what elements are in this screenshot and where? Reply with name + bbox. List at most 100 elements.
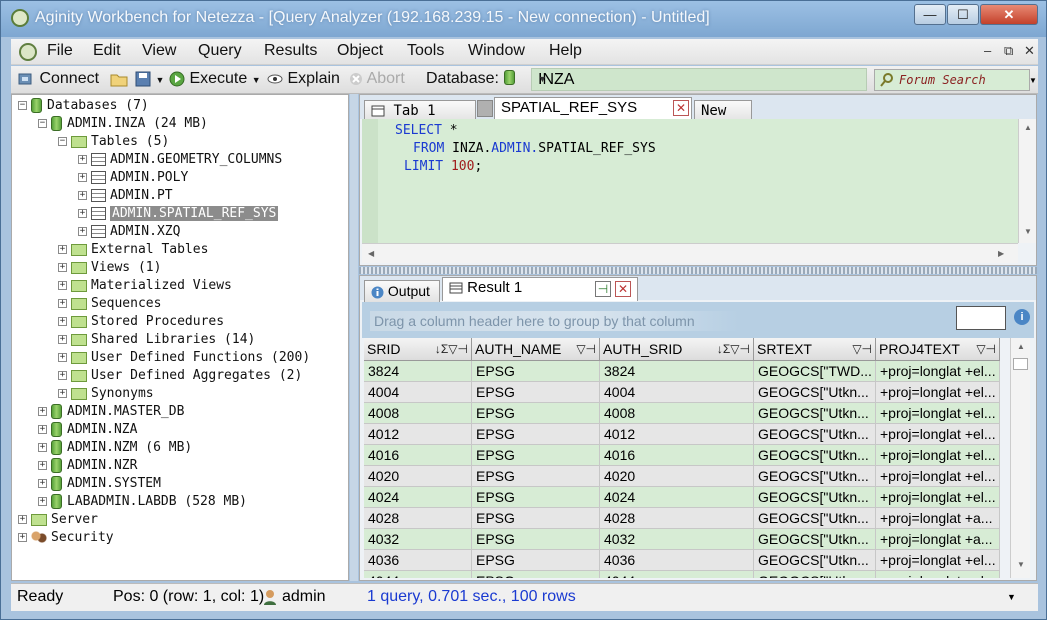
tree-materialized-views[interactable]: + Materialized Views bbox=[58, 277, 232, 295]
column-header-auth-srid[interactable]: AUTH_SRID ↓Σ▽⊣ bbox=[600, 338, 754, 361]
tree-server[interactable]: + Server bbox=[18, 511, 98, 529]
close-result-tab-icon[interactable]: ✕ bbox=[615, 281, 631, 297]
cell-auth-srid[interactable]: 4020 bbox=[600, 466, 754, 487]
menu-file[interactable]: File bbox=[47, 42, 73, 60]
cell-srtext[interactable]: GEOGCS["Utkn... bbox=[754, 382, 876, 403]
menu-object[interactable]: Object bbox=[337, 42, 383, 60]
dropdown-arrow-icon[interactable]: ▼ bbox=[538, 74, 863, 84]
title-bar[interactable]: Aginity Workbench for Netezza - [Query A… bbox=[1, 1, 1046, 37]
cell-srtext[interactable]: GEOGCS["Utkn... bbox=[754, 424, 876, 445]
open-button[interactable] bbox=[110, 70, 128, 88]
scroll-down-icon[interactable]: ▼ bbox=[1017, 560, 1025, 569]
database-select[interactable]: INZA ▼ bbox=[531, 68, 867, 91]
sort-sum-filter-icons[interactable]: ↓Σ▽⊣ bbox=[435, 338, 468, 360]
tree-admin-inza[interactable]: − ADMIN.INZA (24 MB) bbox=[38, 115, 208, 133]
cell-srid[interactable]: 4008 bbox=[364, 403, 472, 424]
tab-spatial-ref-sys[interactable]: SPATIAL_REF_SYS ✕ bbox=[494, 97, 692, 120]
table-row[interactable]: 4004 EPSG 4004 GEOGCS["Utkn... +proj=longlat… bbox=[364, 382, 1000, 403]
cell-auth-srid[interactable]: 4012 bbox=[600, 424, 754, 445]
minimize-button[interactable]: — bbox=[914, 4, 946, 25]
tree-external-tables[interactable]: + External Tables bbox=[58, 241, 208, 259]
filter-pin-icons[interactable]: ▽⊣ bbox=[976, 338, 996, 360]
tree-db-master[interactable]: + ADMIN.MASTER_DB bbox=[38, 403, 184, 421]
execute-button[interactable]: Execute ▼ bbox=[169, 70, 261, 88]
cell-proj4text[interactable]: +proj=longlat +el... bbox=[876, 571, 1000, 578]
cell-auth-srid[interactable]: 4036 bbox=[600, 550, 754, 571]
cell-srid[interactable]: 4044 bbox=[364, 571, 472, 578]
tree-stored-procedures[interactable]: + Stored Procedures bbox=[58, 313, 224, 331]
cell-auth-name[interactable]: EPSG bbox=[472, 424, 600, 445]
cell-auth-srid[interactable]: 4032 bbox=[600, 529, 754, 550]
cell-auth-name[interactable]: EPSG bbox=[472, 550, 600, 571]
cell-auth-srid[interactable]: 4004 bbox=[600, 382, 754, 403]
menu-results[interactable]: Results bbox=[264, 42, 317, 60]
cell-proj4text[interactable]: +proj=longlat +a... bbox=[876, 529, 1000, 550]
tree-synonyms[interactable]: + Synonyms bbox=[58, 385, 154, 403]
explain-button[interactable]: Explain bbox=[267, 70, 340, 88]
cell-srtext[interactable]: GEOGCS["Utkn... bbox=[754, 529, 876, 550]
tree-table-geometry-columns[interactable]: + ADMIN.GEOMETRY_COLUMNS bbox=[78, 151, 282, 169]
cell-auth-name[interactable]: EPSG bbox=[472, 571, 600, 578]
menu-window[interactable]: Window bbox=[468, 42, 525, 60]
table-row[interactable]: 4008 EPSG 4008 GEOGCS["Utkn... +proj=longlat… bbox=[364, 403, 1000, 424]
sql-editor[interactable]: SELECT * FROM INZA.ADMIN.SPATIAL_REF_SYS… bbox=[362, 119, 1018, 243]
filter-box[interactable] bbox=[956, 306, 1006, 330]
cell-srtext[interactable]: GEOGCS["Utkn... bbox=[754, 487, 876, 508]
document-icon[interactable] bbox=[19, 43, 37, 61]
mdi-close-button[interactable]: ✕ bbox=[1024, 43, 1035, 59]
scroll-right-icon[interactable]: ▶ bbox=[998, 249, 1004, 258]
cell-srtext[interactable]: GEOGCS["Utkn... bbox=[754, 466, 876, 487]
tree-sequences[interactable]: + Sequences bbox=[58, 295, 161, 313]
table-row[interactable]: 4020 EPSG 4020 GEOGCS["Utkn... +proj=longlat… bbox=[364, 466, 1000, 487]
cell-proj4text[interactable]: +proj=longlat +el... bbox=[876, 550, 1000, 571]
cell-srid[interactable]: 4004 bbox=[364, 382, 472, 403]
tree-security[interactable]: + Security bbox=[18, 529, 114, 547]
tree-db-nza[interactable]: + ADMIN.NZA bbox=[38, 421, 137, 439]
editor-vertical-scrollbar[interactable]: ▲ ▼ bbox=[1018, 119, 1036, 243]
cell-srid[interactable]: 4020 bbox=[364, 466, 472, 487]
tree-table-pt[interactable]: + ADMIN.PT bbox=[78, 187, 173, 205]
close-tab-icon[interactable]: ✕ bbox=[673, 100, 689, 116]
tree-table-spatial-ref-sys[interactable]: + ADMIN.SPATIAL_REF_SYS bbox=[78, 205, 279, 223]
save-dropdown-icon[interactable]: ▼ bbox=[155, 75, 164, 85]
filter-pin-icons[interactable]: ▽⊣ bbox=[852, 338, 872, 360]
cell-auth-name[interactable]: EPSG bbox=[472, 382, 600, 403]
table-row[interactable]: 4036 EPSG 4036 GEOGCS["Utkn... +proj=longlat… bbox=[364, 550, 1000, 571]
close-button[interactable]: ✕ bbox=[980, 4, 1038, 25]
tree-tables[interactable]: − Tables (5) bbox=[58, 133, 169, 151]
cell-srid[interactable]: 4024 bbox=[364, 487, 472, 508]
cell-auth-name[interactable]: EPSG bbox=[472, 529, 600, 550]
scroll-left-icon[interactable]: ◀ bbox=[368, 249, 374, 258]
cell-proj4text[interactable]: +proj=longlat +el... bbox=[876, 361, 1000, 382]
cell-auth-name[interactable]: EPSG bbox=[472, 361, 600, 382]
cell-proj4text[interactable]: +proj=longlat +el... bbox=[876, 424, 1000, 445]
maximize-button[interactable]: ☐ bbox=[947, 4, 979, 25]
cell-srtext[interactable]: GEOGCS["Utkn... bbox=[754, 550, 876, 571]
table-row[interactable]: 3824 EPSG 3824 GEOGCS["TWD... +proj=longlat … bbox=[364, 361, 1000, 382]
cell-proj4text[interactable]: +proj=longlat +el... bbox=[876, 403, 1000, 424]
vertical-splitter[interactable] bbox=[350, 94, 358, 581]
filter-pin-icons[interactable]: ▽⊣ bbox=[576, 338, 596, 360]
column-header-srid[interactable]: SRID ↓Σ▽⊣ bbox=[364, 338, 472, 361]
cell-auth-name[interactable]: EPSG bbox=[472, 508, 600, 529]
cell-auth-srid[interactable]: 4044 bbox=[600, 571, 754, 578]
cell-auth-name[interactable]: EPSG bbox=[472, 403, 600, 424]
cell-proj4text[interactable]: +proj=longlat +el... bbox=[876, 487, 1000, 508]
toolbar-overflow-icon[interactable]: ▼ bbox=[1029, 76, 1037, 85]
scroll-thumb[interactable] bbox=[1013, 358, 1028, 370]
cell-srtext[interactable]: GEOGCS["TWD... bbox=[754, 361, 876, 382]
tree-views[interactable]: + Views (1) bbox=[58, 259, 161, 277]
pin-tab-icon[interactable]: ⊣ bbox=[595, 281, 611, 297]
cell-srid[interactable]: 4012 bbox=[364, 424, 472, 445]
scroll-down-icon[interactable]: ▼ bbox=[1024, 227, 1032, 236]
column-header-auth-name[interactable]: AUTH_NAME ▽⊣ bbox=[472, 338, 600, 361]
tree-db-system[interactable]: + ADMIN.SYSTEM bbox=[38, 475, 161, 493]
editor-horizontal-scrollbar[interactable]: ◀ ▶ bbox=[362, 243, 1018, 263]
sort-sum-filter-icons[interactable]: ↓Σ▽⊣ bbox=[717, 338, 750, 360]
table-row[interactable]: 4016 EPSG 4016 GEOGCS["Utkn... +proj=longlat… bbox=[364, 445, 1000, 466]
horizontal-splitter[interactable] bbox=[359, 267, 1037, 274]
tree-user-defined-functions[interactable]: + User Defined Functions (200) bbox=[58, 349, 310, 367]
table-row[interactable]: 4012 EPSG 4012 GEOGCS["Utkn... +proj=longlat… bbox=[364, 424, 1000, 445]
table-row[interactable]: 4044EPSG4044GEOGCS["Utkn...+proj=longlat… bbox=[364, 571, 1000, 578]
cell-auth-srid[interactable]: 4024 bbox=[600, 487, 754, 508]
